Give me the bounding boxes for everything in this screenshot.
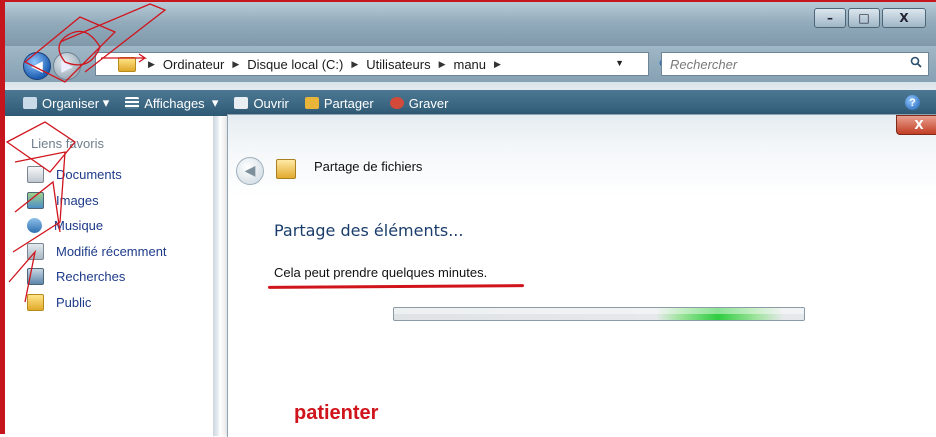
open-button[interactable]: Ouvrir — [234, 95, 289, 111]
dialog-info-text: Cela peut prendre quelques minutes. — [274, 265, 488, 280]
search-icon[interactable] — [910, 56, 922, 68]
images-icon — [27, 191, 44, 209]
search-input[interactable]: Rechercher — [661, 52, 929, 76]
help-icon[interactable]: ? — [905, 95, 920, 110]
maximize-button[interactable]: □ — [848, 8, 880, 28]
music-icon — [27, 218, 42, 234]
file-sharing-icon — [276, 159, 296, 179]
share-button[interactable]: Partager — [304, 95, 374, 111]
address-bar[interactable]: ▶ Ordinateur ▶ Disque local (C:) ▶ Utili… — [95, 52, 649, 76]
views-button[interactable]: Affichages ▾ — [125, 95, 218, 111]
explorer-window: – □ X ◀ ▶ ▶ Ordinateur ▶ Disque local (C… — [0, 0, 936, 437]
dialog-heading: Partage des éléments... — [274, 221, 464, 240]
file-sharing-dialog: X ◀ Partage de fichiers Partage des élém… — [227, 114, 936, 437]
sidebar-item-label: Documents — [56, 167, 122, 183]
close-button[interactable]: X — [882, 8, 926, 28]
chevron-right-icon[interactable]: ▶ — [226, 59, 245, 70]
navigation-pane: Liens favoris Documents Images Musique M… — [5, 116, 215, 436]
organise-button[interactable]: Organiser ▾ — [23, 95, 109, 111]
sidebar-item-recent[interactable]: Modifié récemment — [27, 239, 167, 265]
share-label: Partager — [323, 95, 374, 111]
burn-button[interactable]: Graver — [389, 95, 449, 111]
burn-label: Graver — [408, 95, 449, 111]
chevron-right-icon[interactable]: ▶ — [142, 59, 161, 70]
views-label: Affichages — [144, 95, 205, 111]
sidebar-item-public[interactable]: Public — [27, 290, 167, 316]
annotation-text: patienter — [294, 402, 379, 424]
sidebar-item-label: Modifié récemment — [56, 243, 167, 259]
views-icon — [125, 97, 140, 109]
open-label: Ouvrir — [253, 95, 289, 111]
annotation-underline — [267, 284, 525, 289]
sidebar-item-searches[interactable]: Recherches — [27, 264, 167, 290]
breadcrumb-manu[interactable]: manu — [452, 57, 489, 72]
dialog-close-button[interactable]: X — [896, 115, 936, 135]
minimize-button[interactable]: – — [814, 8, 846, 28]
address-row: ◀ ▶ ▶ Ordinateur ▶ Disque local (C:) ▶ U… — [5, 46, 936, 82]
breadcrumb-disque-local[interactable]: Disque local (C:) — [245, 57, 345, 72]
recent-icon — [27, 242, 44, 260]
breadcrumb-ordinateur[interactable]: Ordinateur — [161, 57, 226, 72]
burn-icon — [389, 97, 404, 109]
folder-icon — [118, 56, 136, 72]
organise-label: Organiser — [42, 95, 100, 111]
forward-arrow-icon[interactable]: ▶ — [53, 52, 81, 80]
title-bar: – □ X — [5, 2, 936, 46]
dialog-title: Partage de fichiers — [314, 159, 423, 174]
chevron-down-icon[interactable]: ▼ — [615, 58, 624, 68]
sidebar-item-images[interactable]: Images — [27, 188, 167, 214]
sidebar-item-documents[interactable]: Documents — [27, 162, 167, 188]
sidebar-item-music[interactable]: Musique — [27, 213, 167, 239]
public-folder-icon — [27, 293, 44, 311]
sidebar-item-label: Recherches — [56, 269, 126, 285]
share-icon — [304, 97, 319, 109]
progress-bar — [393, 307, 805, 321]
chevron-right-icon[interactable]: ▶ — [345, 59, 364, 70]
command-bar: Organiser ▾ Affichages ▾ Ouvrir Partager… — [5, 90, 936, 116]
favorites-list: Documents Images Musique Modifié récemme… — [27, 162, 167, 315]
searches-icon — [27, 268, 44, 286]
sidebar-item-label: Public — [56, 294, 92, 310]
back-arrow-icon[interactable]: ◀ — [236, 157, 264, 185]
sidebar-item-label: Images — [56, 192, 99, 208]
open-icon — [234, 97, 249, 109]
chevron-right-icon[interactable]: ▶ — [433, 59, 452, 70]
favorites-title: Liens favoris — [31, 136, 104, 151]
organise-icon — [23, 97, 37, 109]
caption-buttons: – □ X — [814, 8, 926, 28]
breadcrumb-utilisateurs[interactable]: Utilisateurs — [364, 57, 432, 72]
dialog-header: X ◀ Partage de fichiers — [228, 115, 936, 197]
back-arrow-icon[interactable]: ◀ — [23, 52, 51, 80]
sidebar-item-label: Musique — [54, 218, 104, 234]
documents-icon — [27, 166, 44, 184]
search-placeholder: Rechercher — [670, 57, 738, 72]
pane-splitter[interactable] — [213, 116, 219, 436]
chevron-right-icon[interactable]: ▶ — [488, 59, 507, 70]
